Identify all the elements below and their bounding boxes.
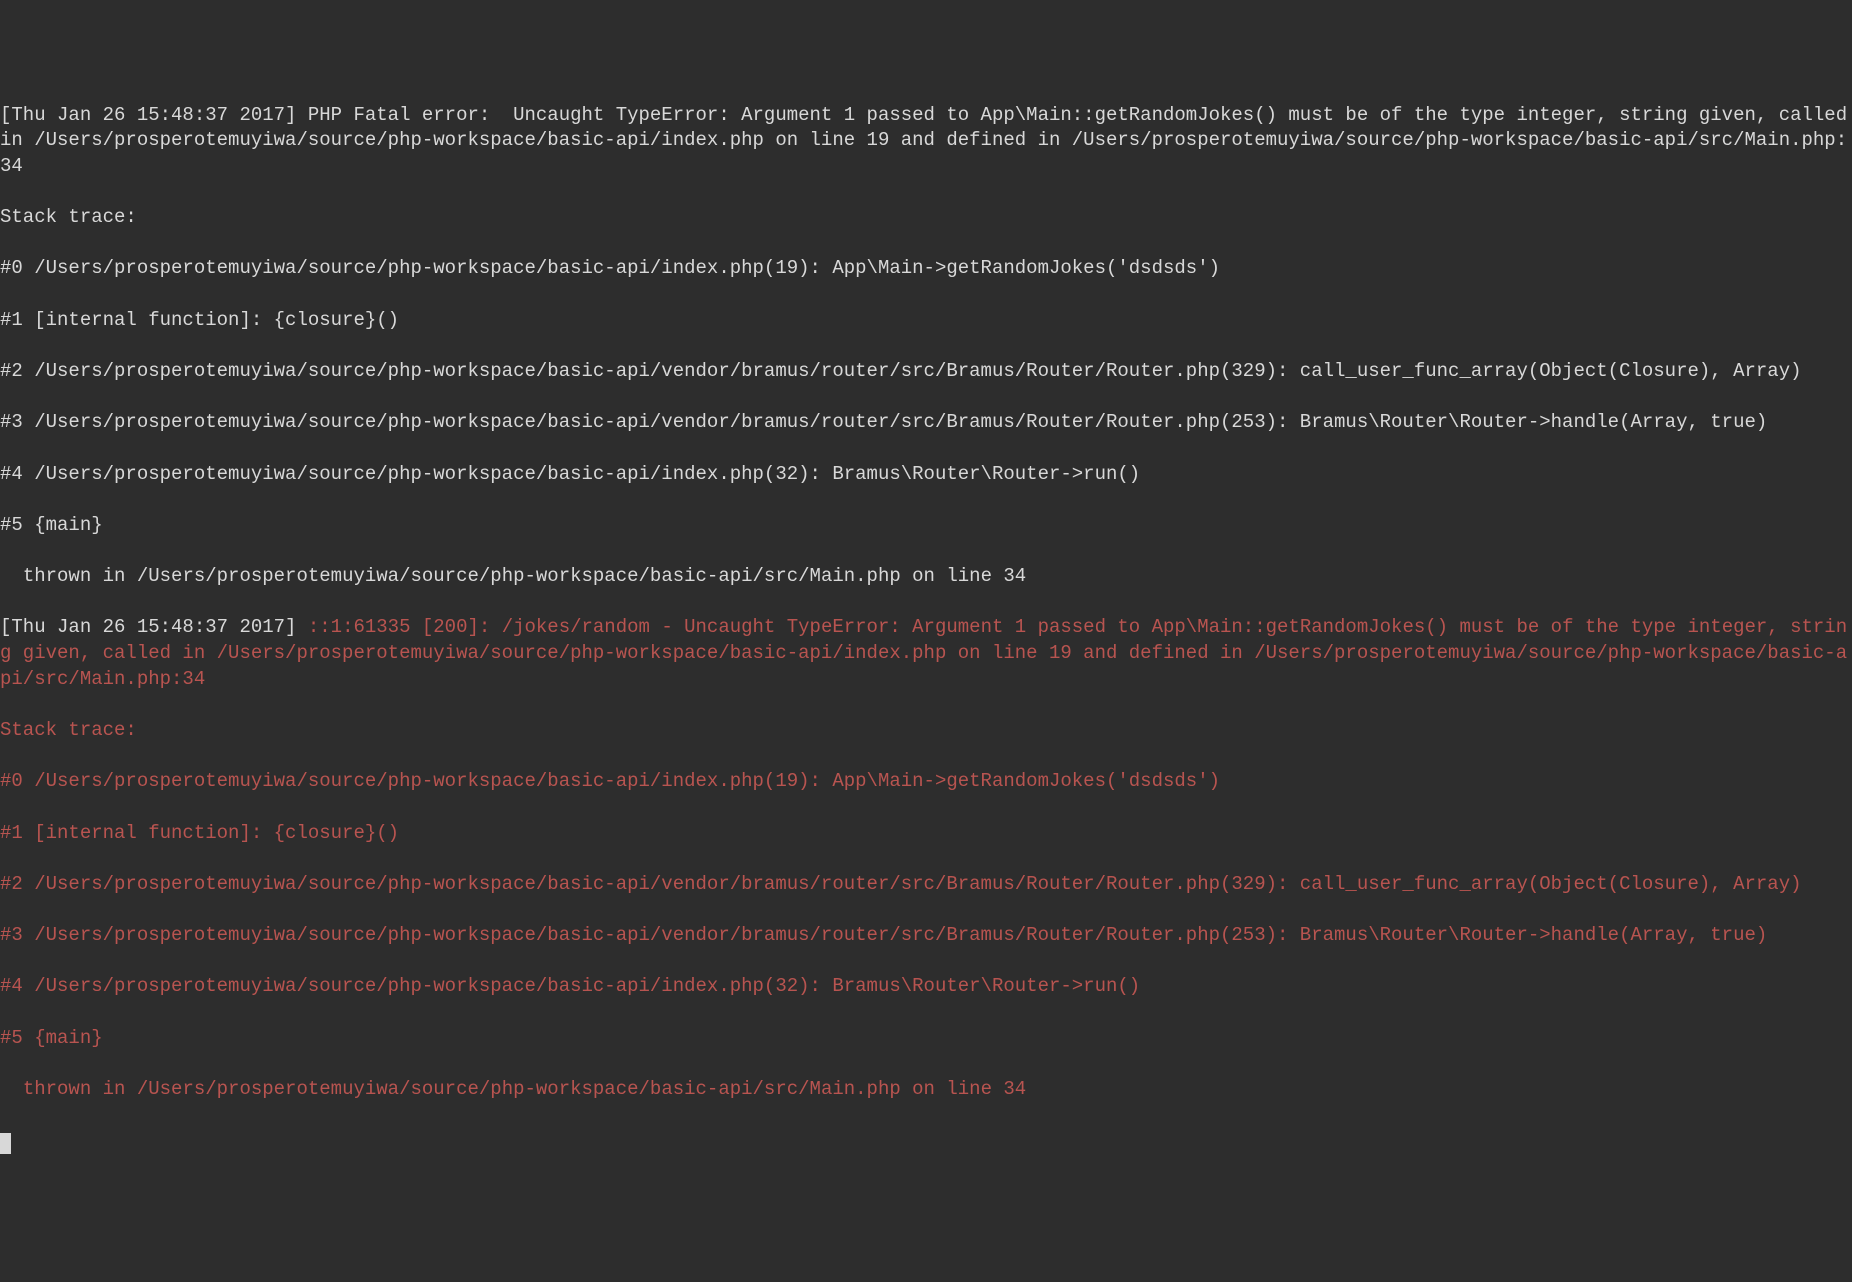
terminal-line: thrown in /Users/prosperotemuyiwa/source… <box>0 564 1852 590</box>
terminal-line: #1 [internal function]: {closure}() <box>0 308 1852 334</box>
terminal-line: #5 {main} <box>0 513 1852 539</box>
terminal-output[interactable]: [Thu Jan 26 15:48:37 2017] PHP Fatal err… <box>0 103 1852 1154</box>
terminal-line: Stack trace: <box>0 205 1852 231</box>
terminal-error-line: #1 [internal function]: {closure}() <box>0 821 1852 847</box>
timestamp: [Thu Jan 26 15:48:37 2017] <box>0 616 308 638</box>
terminal-error-line: Stack trace: <box>0 718 1852 744</box>
terminal-line: #3 /Users/prosperotemuyiwa/source/php-wo… <box>0 410 1852 436</box>
terminal-line: #4 /Users/prosperotemuyiwa/source/php-wo… <box>0 462 1852 488</box>
terminal-error-line: #4 /Users/prosperotemuyiwa/source/php-wo… <box>0 974 1852 1000</box>
terminal-request-line: [Thu Jan 26 15:48:37 2017] ::1:61335 [20… <box>0 615 1852 692</box>
terminal-error-line: #3 /Users/prosperotemuyiwa/source/php-wo… <box>0 923 1852 949</box>
terminal-error-line: #0 /Users/prosperotemuyiwa/source/php-wo… <box>0 769 1852 795</box>
terminal-cursor <box>0 1133 11 1154</box>
terminal-error-line: #2 /Users/prosperotemuyiwa/source/php-wo… <box>0 872 1852 898</box>
terminal-error-line: thrown in /Users/prosperotemuyiwa/source… <box>0 1077 1852 1103</box>
terminal-line: [Thu Jan 26 15:48:37 2017] PHP Fatal err… <box>0 103 1852 180</box>
terminal-line: #2 /Users/prosperotemuyiwa/source/php-wo… <box>0 359 1852 385</box>
terminal-error-line: #5 {main} <box>0 1026 1852 1052</box>
terminal-line: #0 /Users/prosperotemuyiwa/source/php-wo… <box>0 256 1852 282</box>
